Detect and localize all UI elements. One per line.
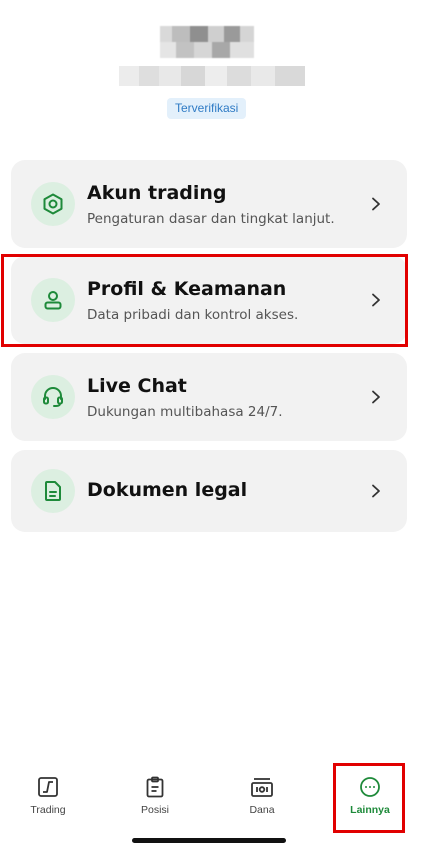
home-indicator bbox=[132, 838, 286, 843]
user-icon bbox=[31, 278, 75, 322]
chevron-right-icon bbox=[372, 197, 380, 211]
profile-id-redacted bbox=[119, 66, 305, 86]
menu-title: Akun trading bbox=[87, 182, 227, 204]
nav-item-posisi[interactable]: Posisi bbox=[107, 760, 203, 830]
menu-item-profil-keamanan[interactable]: Profil & Keamanan Data pribadi dan kontr… bbox=[11, 256, 407, 344]
chart-icon bbox=[38, 777, 58, 797]
nav-label: Dana bbox=[249, 804, 275, 816]
profile-name-redacted bbox=[160, 26, 254, 58]
menu-title: Live Chat bbox=[87, 375, 187, 397]
nav-item-dana[interactable]: Dana bbox=[214, 760, 310, 830]
menu-item-dokumen-legal[interactable]: Dokumen legal bbox=[11, 450, 407, 532]
nav-label: Trading bbox=[30, 804, 66, 816]
chevron-right-icon bbox=[372, 484, 380, 498]
chevron-right-icon bbox=[372, 390, 380, 404]
nav-item-trading[interactable]: Trading bbox=[0, 760, 96, 830]
verified-badge: Terverifikasi bbox=[167, 98, 247, 119]
menu-item-akun-trading[interactable]: Akun trading Pengaturan dasar dan tingka… bbox=[11, 160, 407, 248]
wallet-icon bbox=[251, 778, 273, 797]
menu-subtitle: Dukungan multibahasa 24/7. bbox=[87, 404, 283, 420]
menu-subtitle: Pengaturan dasar dan tingkat lanjut. bbox=[87, 211, 335, 227]
menu-item-live-chat[interactable]: Live Chat Dukungan multibahasa 24/7. bbox=[11, 353, 407, 441]
clipboard-icon bbox=[146, 776, 164, 798]
nav-label: Lainnya bbox=[350, 804, 390, 816]
more-icon bbox=[360, 777, 380, 797]
bottom-nav: Trading Posisi Dana Lainnya bbox=[0, 760, 423, 830]
hexagon-settings-icon bbox=[31, 182, 75, 226]
document-icon bbox=[31, 469, 75, 513]
nav-item-lainnya[interactable]: Lainnya bbox=[322, 760, 418, 830]
chevron-right-icon bbox=[372, 293, 380, 307]
headset-icon bbox=[31, 375, 75, 419]
menu-title: Dokumen legal bbox=[87, 479, 248, 501]
menu-subtitle: Data pribadi dan kontrol akses. bbox=[87, 307, 299, 323]
nav-label: Posisi bbox=[140, 804, 169, 816]
menu-title: Profil & Keamanan bbox=[87, 278, 287, 300]
